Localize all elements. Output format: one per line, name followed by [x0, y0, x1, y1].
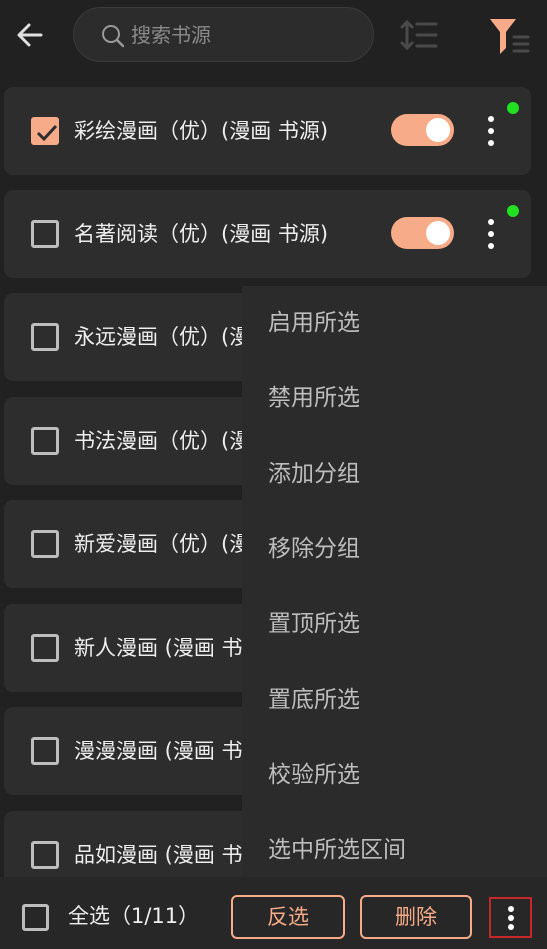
menu-item-pin-top[interactable]: 置顶所选	[242, 587, 547, 662]
source-name: 彩绘漫画（优）(漫画 书源)	[74, 119, 329, 143]
source-more-icon[interactable]	[480, 114, 502, 148]
source-checkbox[interactable]	[31, 737, 59, 765]
filter-button[interactable]	[484, 10, 532, 58]
toggle-knob	[426, 221, 450, 245]
source-card[interactable]: 彩绘漫画（优）(漫画 书源)	[4, 87, 531, 175]
menu-item-add-group[interactable]: 添加分组	[242, 437, 547, 512]
back-button[interactable]	[10, 14, 50, 54]
menu-item-pin-bottom[interactable]: 置底所选	[242, 663, 547, 738]
check-icon	[36, 124, 58, 142]
source-checkbox[interactable]	[31, 530, 59, 558]
status-dot	[507, 205, 519, 217]
toggle-knob	[426, 118, 450, 142]
more-options-button[interactable]	[489, 897, 532, 938]
enable-toggle[interactable]	[391, 114, 454, 146]
sort-list-icon	[400, 19, 438, 51]
source-checkbox[interactable]	[31, 323, 59, 351]
invert-selection-button[interactable]: 反选	[231, 895, 345, 939]
menu-item-remove-group[interactable]: 移除分组	[242, 512, 547, 587]
search-placeholder: 搜索书源	[131, 23, 211, 47]
source-card[interactable]: 名著阅读（优）(漫画 书源)	[4, 190, 531, 278]
menu-item-verify-selected[interactable]: 校验所选	[242, 738, 547, 813]
source-checkbox[interactable]	[31, 841, 59, 869]
search-icon	[102, 25, 125, 48]
bottom-action-bar: 全选（1/11） 反选 删除	[0, 877, 547, 949]
search-field[interactable]: 搜索书源	[73, 7, 374, 62]
select-all-label[interactable]: 全选（1/11）	[68, 901, 199, 931]
sort-button[interactable]	[398, 14, 440, 56]
status-dot	[507, 102, 519, 114]
enable-toggle[interactable]	[391, 217, 454, 249]
batch-action-menu: 启用所选 禁用所选 添加分组 移除分组 置顶所选 置底所选 校验所选 选中所选区…	[242, 286, 547, 889]
filter-icon	[490, 19, 530, 54]
source-name: 名著阅读（优）(漫画 书源)	[74, 222, 329, 246]
menu-item-disable-selected[interactable]: 禁用所选	[242, 361, 547, 436]
source-checkbox[interactable]	[31, 427, 59, 455]
source-more-icon[interactable]	[480, 217, 502, 251]
source-checkbox-checked[interactable]	[31, 117, 59, 145]
top-app-bar: 搜索书源	[0, 0, 547, 72]
select-all-checkbox[interactable]	[22, 904, 49, 931]
source-checkbox[interactable]	[31, 634, 59, 662]
delete-button[interactable]: 删除	[360, 895, 472, 939]
source-checkbox[interactable]	[31, 220, 59, 248]
arrow-left-icon	[17, 23, 43, 47]
menu-item-enable-selected[interactable]: 启用所选	[242, 286, 547, 361]
